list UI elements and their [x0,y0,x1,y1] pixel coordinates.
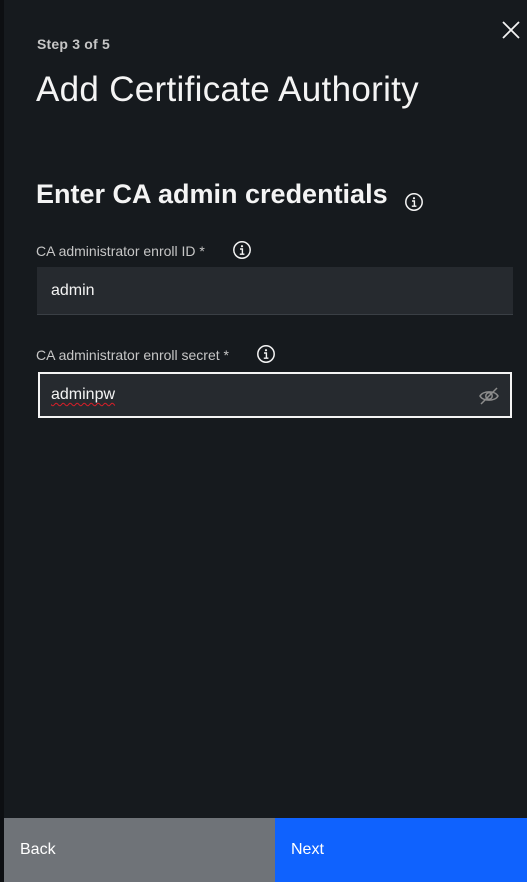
step-indicator: Step 3 of 5 [37,36,110,52]
enroll-id-info-icon[interactable] [232,240,252,260]
next-button[interactable]: Next [275,818,527,882]
enroll-id-input[interactable] [37,267,513,315]
info-icon[interactable] [404,192,424,212]
enroll-secret-label: CA administrator enroll secret * [36,347,229,363]
view-off-icon[interactable] [478,385,500,407]
back-button[interactable]: Back [4,818,275,882]
enroll-id-label: CA administrator enroll ID * [36,243,205,259]
close-icon[interactable] [499,18,523,42]
add-ca-panel: Step 3 of 5 Add Certificate Authority En… [4,0,527,882]
enroll-secret-info-icon[interactable] [256,344,276,364]
page-title: Add Certificate Authority [36,70,419,109]
enroll-secret-input[interactable]: adminpw [38,372,512,418]
section-title: Enter CA admin credentials [36,179,388,209]
enroll-secret-value: adminpw [51,386,116,403]
footer-actions: Back Next [4,818,527,882]
